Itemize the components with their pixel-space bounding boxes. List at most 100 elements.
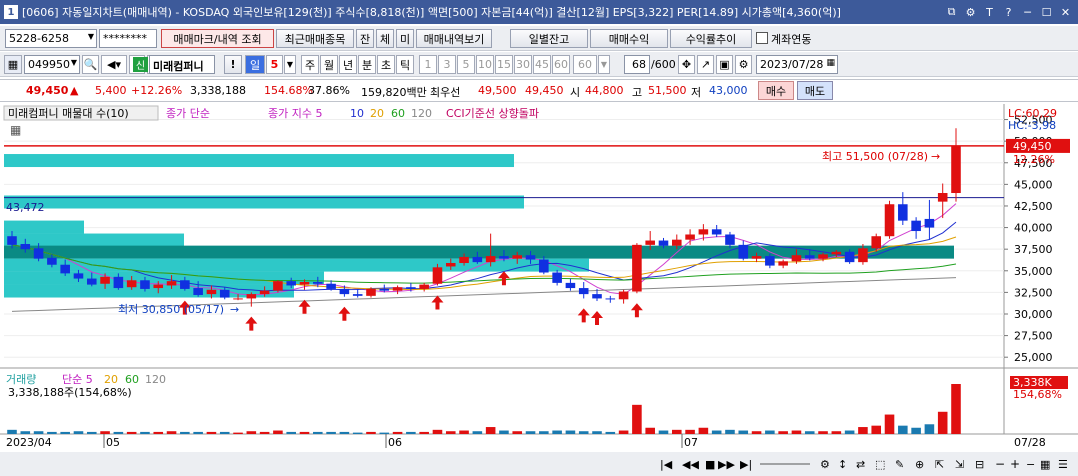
- tool-icon-2[interactable]: ↕: [838, 458, 847, 471]
- stock-name-field[interactable]: 미래컴퍼니: [149, 55, 215, 74]
- chevron-down-icon[interactable]: ▼: [284, 55, 296, 74]
- volume-bar: [113, 431, 124, 434]
- scroll-prev-icon[interactable]: ◀◀: [682, 458, 699, 471]
- grid-icon[interactable]: ▦: [4, 55, 22, 74]
- speaker-icon[interactable]: ◀▾: [101, 55, 127, 74]
- volume-legend-title: 거래량: [6, 373, 36, 386]
- crosshair-icon[interactable]: ✥: [678, 55, 695, 74]
- volume-bar: [605, 431, 616, 434]
- candle-body: [539, 259, 549, 273]
- candle-body: [818, 254, 828, 259]
- unfilled-button[interactable]: 미: [396, 29, 414, 48]
- filled-button[interactable]: 체: [376, 29, 394, 48]
- period-minute-tab[interactable]: 분: [358, 55, 376, 74]
- candle-body: [937, 193, 948, 202]
- interval-custom[interactable]: 60: [573, 55, 597, 74]
- date-input[interactable]: 2023/07/28 ▦: [756, 55, 838, 74]
- volume-bar: [924, 424, 935, 434]
- period-tick-tab[interactable]: 틱: [396, 55, 414, 74]
- volume-bar: [47, 431, 57, 434]
- window-help-icon[interactable]: ?: [1000, 4, 1017, 21]
- candle-body: [765, 256, 775, 266]
- tool-icon-4[interactable]: ⬚: [875, 458, 885, 471]
- sell-button[interactable]: 매도: [797, 81, 833, 100]
- ref-line-label: 43,472: [6, 201, 45, 214]
- account-link-checkbox[interactable]: [756, 32, 768, 44]
- window-minimize-icon[interactable]: ─: [1019, 4, 1036, 21]
- low-price: 43,000: [709, 84, 748, 97]
- trade-marks-query-button[interactable]: 매매마크/내역 조회: [161, 29, 274, 48]
- price-tick-label: 37,500: [1014, 243, 1053, 256]
- return-trend-button[interactable]: 수익률추이: [670, 29, 752, 48]
- grid-view-icon[interactable]: ▦: [1040, 458, 1050, 471]
- daily-balance-button[interactable]: 일별잔고: [510, 29, 588, 48]
- list-view-icon[interactable]: ☰: [1058, 458, 1068, 471]
- window-font-icon[interactable]: T: [981, 4, 998, 21]
- zoom-out-icon[interactable]: −: [995, 457, 1005, 471]
- trade-history-button[interactable]: 매매내역보기: [416, 29, 492, 48]
- buy-button[interactable]: 매수: [758, 81, 794, 100]
- period-number-field[interactable]: 5: [266, 55, 283, 74]
- period-daily-tab[interactable]: 일: [245, 55, 265, 74]
- scroll-end-icon[interactable]: ▶|: [740, 458, 752, 471]
- price-tick-label: 25,000: [1014, 351, 1053, 364]
- period-second-tab[interactable]: 초: [377, 55, 395, 74]
- price-change: 5,400: [95, 84, 127, 97]
- tool-icon-8[interactable]: ⇲: [955, 458, 964, 471]
- interval-45[interactable]: 45: [533, 55, 551, 74]
- candle-body: [871, 236, 882, 249]
- tool-icon-7[interactable]: ⇱: [935, 458, 944, 471]
- tool-icon-5[interactable]: ✎: [895, 458, 904, 471]
- candle-body: [592, 294, 602, 299]
- window-maximize-icon[interactable]: ☐: [1038, 4, 1055, 21]
- interval-30[interactable]: 30: [514, 55, 532, 74]
- tool-icon-1[interactable]: ⚙: [820, 458, 830, 471]
- zoom-out-icon-2[interactable]: −: [1026, 458, 1035, 471]
- recent-trades-button[interactable]: 최근매매종목: [276, 29, 354, 48]
- drawing-tool-icon[interactable]: ↗: [697, 55, 714, 74]
- save-icon[interactable]: ▣: [716, 55, 733, 74]
- interval-5[interactable]: 5: [457, 55, 475, 74]
- period-yearly-tab[interactable]: 년: [339, 55, 357, 74]
- calendar-icon[interactable]: ▦: [826, 58, 835, 68]
- tool-icon-6[interactable]: ⊕: [915, 458, 924, 471]
- tool-icon-3[interactable]: ⇄: [856, 458, 865, 471]
- stop-icon[interactable]: ■: [705, 458, 715, 471]
- stock-code-input[interactable]: 049950 ▼: [24, 55, 80, 74]
- legend-ma60: 60: [391, 107, 405, 120]
- tool-icon-9[interactable]: ⊟: [975, 458, 984, 471]
- turnover-ratio: 37.86%: [308, 84, 350, 97]
- table-icon[interactable]: ▦: [10, 123, 21, 137]
- alert-button[interactable]: !: [224, 55, 242, 74]
- balance-button[interactable]: 잔: [356, 29, 374, 48]
- volume-bar: [658, 430, 669, 434]
- volume-bar: [951, 384, 961, 434]
- interval-10[interactable]: 10: [476, 55, 494, 74]
- candle-body: [140, 280, 150, 289]
- scroll-start-icon[interactable]: |◀: [660, 458, 673, 471]
- chevron-down-icon[interactable]: ▼: [598, 55, 610, 74]
- interval-1[interactable]: 1: [419, 55, 437, 74]
- interval-60[interactable]: 60: [552, 55, 570, 74]
- data-count-input[interactable]: 68: [624, 55, 650, 74]
- volume-legend-value: 3,338,188주(154,68%): [8, 386, 132, 399]
- stock-chart[interactable]: 52,50050,00047,50045,00042,50040,00037,5…: [0, 104, 1078, 476]
- search-icon[interactable]: 🔍: [82, 55, 99, 74]
- password-field[interactable]: ********: [99, 29, 157, 48]
- account-select[interactable]: 5228-6258 ▼: [5, 29, 97, 48]
- chart-settings-icon[interactable]: ⚙: [735, 55, 752, 74]
- interval-15[interactable]: 15: [495, 55, 513, 74]
- trade-profit-button[interactable]: 매매수익: [590, 29, 668, 48]
- volume-bar: [632, 404, 642, 434]
- interval-3[interactable]: 3: [438, 55, 456, 74]
- candle-body: [632, 244, 642, 292]
- window-close-icon[interactable]: ✕: [1057, 4, 1074, 21]
- window-link-icon[interactable]: ⧉: [943, 4, 960, 21]
- period-weekly-tab[interactable]: 주: [301, 55, 319, 74]
- scroll-next-icon[interactable]: ▶▶: [718, 458, 735, 471]
- quote-bar: 49,450 ▲ 5,400 +12.26% 3,338,188 154.68%…: [0, 79, 1078, 102]
- zoom-in-icon[interactable]: +: [1010, 457, 1020, 471]
- account-toolbar: 5228-6258 ▼ ******** 매매마크/내역 조회 최근매매종목 잔 …: [0, 26, 1078, 51]
- period-monthly-tab[interactable]: 월: [320, 55, 338, 74]
- window-settings-icon[interactable]: ⚙: [962, 4, 979, 21]
